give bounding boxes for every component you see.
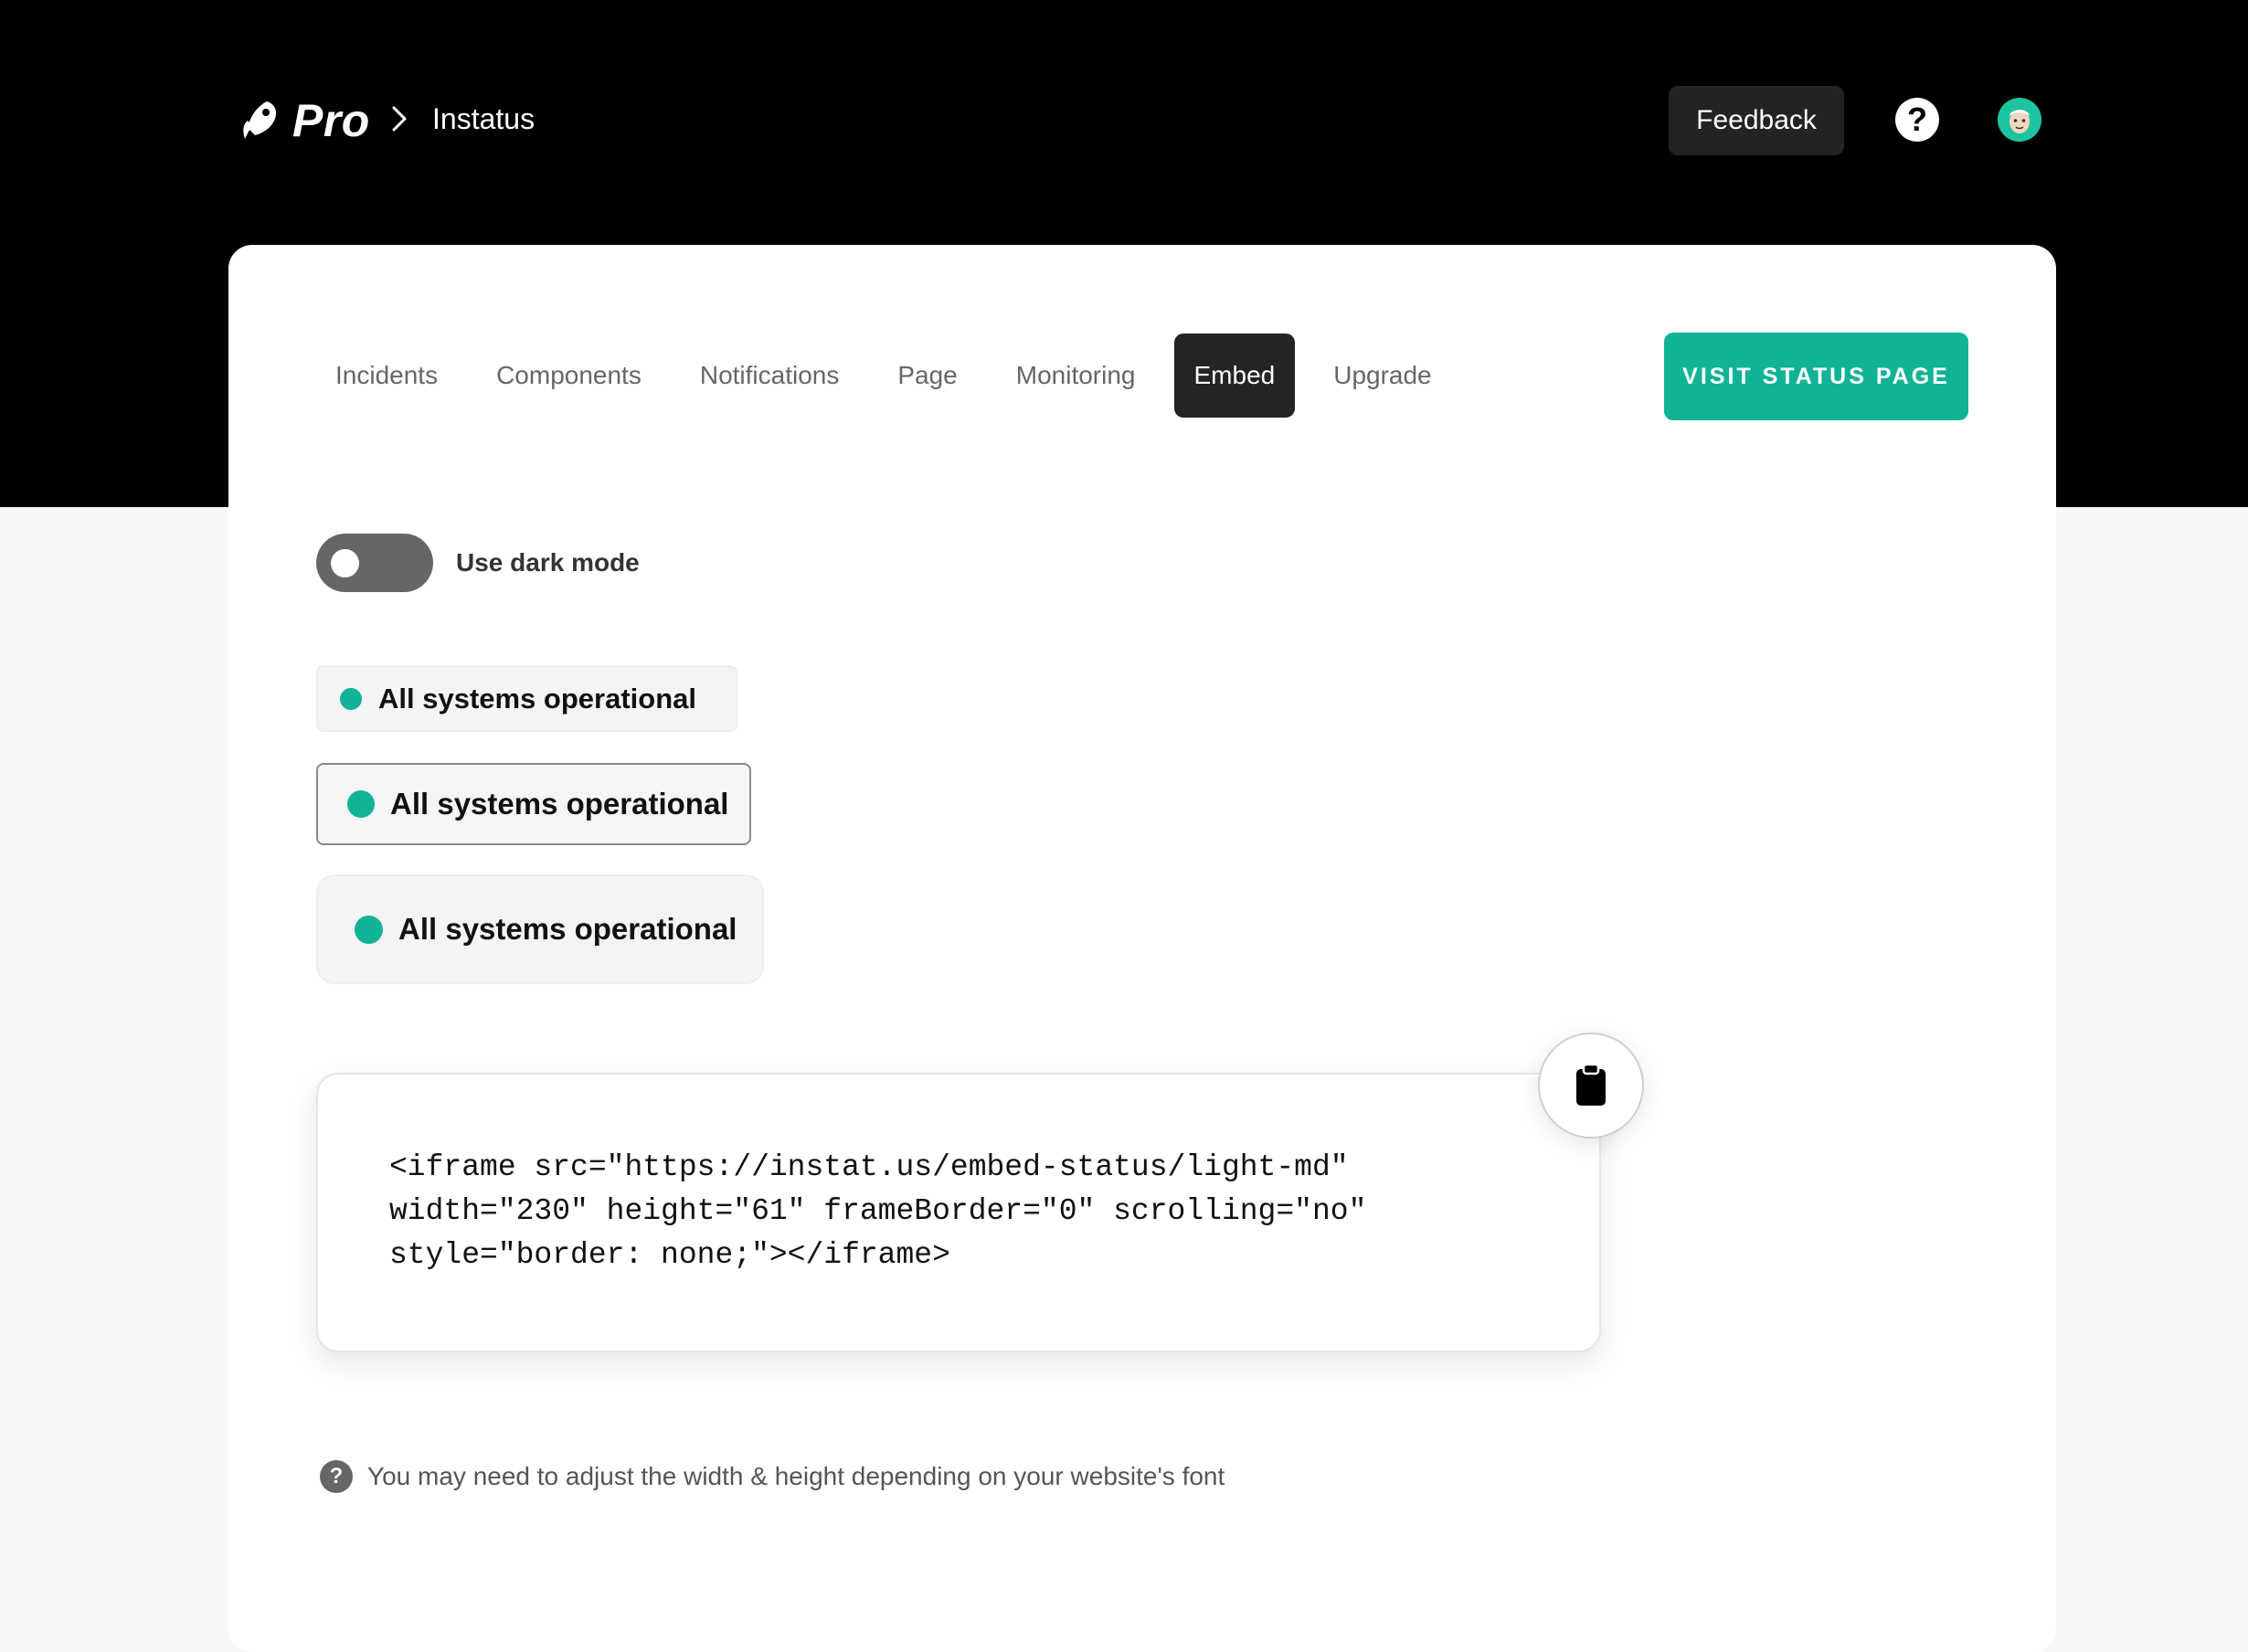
top-header: Pro Instatus Feedback ?	[0, 0, 2248, 242]
nav-tabs: Incidents Components Notifications Page Moni…	[315, 334, 1470, 418]
clipboard-icon	[1576, 1064, 1606, 1106]
logo[interactable]: Pro	[239, 94, 370, 147]
tab-incidents[interactable]: Incidents	[315, 334, 458, 418]
help-icon[interactable]: ?	[1895, 98, 1939, 142]
toggle-knob	[331, 549, 359, 577]
feedback-button[interactable]: Feedback	[1669, 86, 1844, 155]
rocket-logo-icon	[243, 101, 277, 139]
status-badge-medium: All systems operational	[316, 763, 751, 845]
status-badge-small: All systems operational	[316, 665, 737, 732]
dark-mode-toggle[interactable]	[316, 534, 433, 592]
tab-upgrade[interactable]: Upgrade	[1313, 334, 1451, 418]
status-badge-large: All systems operational	[316, 874, 764, 984]
dark-mode-label: Use dark mode	[456, 548, 640, 577]
tab-monitoring[interactable]: Monitoring	[996, 334, 1156, 418]
hint: ? You may need to adjust the width & hei…	[320, 1460, 1225, 1493]
breadcrumb[interactable]: Instatus	[432, 102, 535, 136]
status-dot	[340, 687, 362, 710]
status-dot	[355, 915, 383, 944]
status-text: All systems operational	[378, 682, 697, 715]
logo-text: Pro	[292, 95, 370, 146]
tab-components[interactable]: Components	[476, 334, 662, 418]
status-text: All systems operational	[390, 787, 729, 821]
status-text: All systems operational	[398, 912, 737, 946]
hint-text: You may need to adjust the width & heigh…	[367, 1462, 1225, 1490]
chevron-right-icon	[392, 106, 407, 132]
status-dot	[347, 790, 375, 818]
tab-notifications[interactable]: Notifications	[680, 334, 860, 418]
main-card: Incidents Components Notifications Page Moni…	[228, 245, 2056, 1652]
question-icon: ?	[320, 1460, 353, 1493]
dark-mode-setting: Use dark mode	[316, 534, 640, 592]
tab-page[interactable]: Page	[877, 334, 977, 418]
avatar[interactable]	[1998, 98, 2041, 142]
embed-code-box[interactable]: <iframe src="https://instat.us/embed-sta…	[316, 1073, 1601, 1352]
tab-embed[interactable]: Embed	[1173, 334, 1296, 418]
avatar-face-icon	[1998, 98, 2041, 142]
visit-status-page-button[interactable]: VISIT STATUS PAGE	[1664, 333, 1968, 420]
copy-button[interactable]	[1538, 1032, 1644, 1138]
